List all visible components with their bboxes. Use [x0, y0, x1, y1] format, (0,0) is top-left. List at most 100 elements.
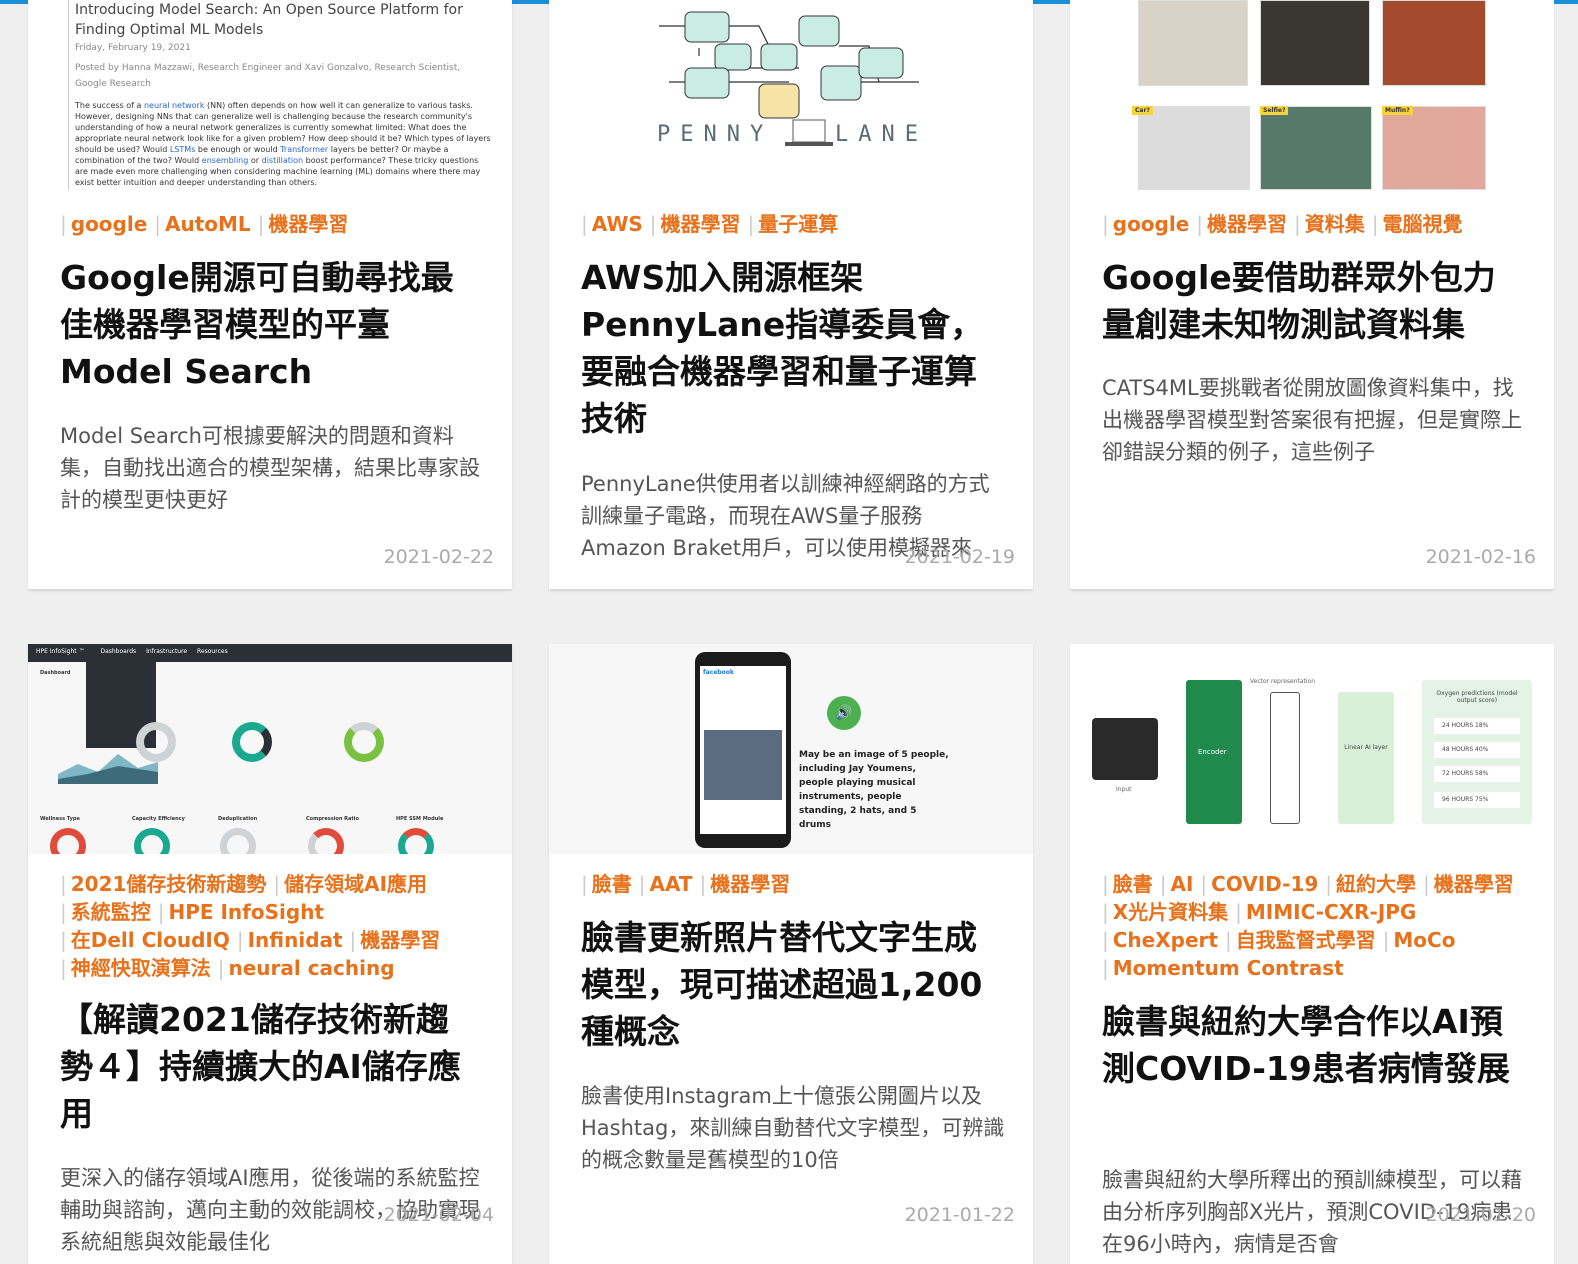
input-label: Input — [1116, 786, 1132, 793]
tag-link[interactable]: | AWS — [581, 212, 643, 236]
article-date: 2021-01-22 — [904, 1204, 1015, 1226]
tag-link[interactable]: | MoCo — [1383, 928, 1456, 952]
donut-chart — [50, 828, 86, 854]
dashboard-topbar: HPE InfoSight ™ Dashboards Infrastructur… — [28, 644, 512, 662]
photo-bagels — [1138, 0, 1248, 86]
tag-link[interactable]: | MIMIC-CXR-JPG — [1235, 900, 1416, 924]
tag-link[interactable]: | HPE InfoSight — [158, 900, 324, 924]
tag-link[interactable]: | 資料集 — [1294, 212, 1365, 236]
article-thumbnail[interactable]: PENNY LANE — [549, 0, 1033, 196]
vector-block — [1270, 692, 1300, 824]
tag-link[interactable]: | 自我監督式學習 — [1225, 928, 1376, 952]
photo-snow — [1138, 106, 1250, 190]
tag-list: | google | AutoML | 機器學習 — [60, 210, 492, 238]
predictions-title: Oxygen predictions (model output score) — [1436, 690, 1518, 704]
tag-list: | 2021儲存技術新趨勢 | 儲存領域AI應用 | 系統監控 | HPE InfoSi… — [60, 870, 492, 982]
panel-title: Capacity Efficiency — [132, 816, 185, 822]
article-thumbnail[interactable]: Car? Selfie? Muffin? — [1070, 0, 1554, 196]
tag-link[interactable]: | X光片資料集 — [1102, 900, 1228, 924]
tag-list: | 臉書 | AAT | 機器學習 — [581, 870, 1013, 898]
tag-link[interactable]: | 臉書 — [1102, 872, 1153, 896]
tag-link[interactable]: | 機器學習 — [1196, 212, 1287, 236]
tag-link[interactable]: | AI — [1160, 872, 1194, 896]
tag-link[interactable]: | 機器學習 — [350, 928, 441, 952]
linear-layer-block — [1338, 692, 1394, 824]
tag-link[interactable]: | 電腦視覺 — [1372, 212, 1463, 236]
phone-mockup: facebook — [695, 652, 791, 848]
article-date: 2021-02-19 — [904, 546, 1015, 568]
prediction-row: 24 HOURS 18% — [1434, 718, 1520, 734]
prediction-row: 96 HOURS 75% — [1434, 792, 1520, 808]
article-thumbnail[interactable]: HPE InfoSight ™ Dashboards Infrastructur… — [28, 644, 512, 854]
encoder-label: Encoder — [1198, 748, 1227, 756]
donut-chart — [136, 722, 176, 762]
article-card-facebook-aat[interactable]: facebook 🔊 May be an image of 5 people, … — [549, 644, 1033, 1264]
thumb-paragraph: The success of a neural network (NN) oft… — [75, 101, 491, 187]
tag-link[interactable]: | 機器學習 — [1423, 872, 1514, 896]
photo-label: Muffin? — [1382, 106, 1413, 115]
tag-link[interactable]: | 紐約大學 — [1325, 872, 1416, 896]
xray-image — [1092, 718, 1158, 780]
photo-label: Selfie? — [1260, 106, 1289, 115]
tag-link[interactable]: | 2021儲存技術新趨勢 — [60, 872, 266, 896]
article-summary: Model Search可根據要解決的問題和資料集，自動找出適合的模型架構，結果… — [60, 424, 480, 512]
linear-label: Linear AI layer — [1344, 744, 1388, 751]
article-card-covid-prediction[interactable]: Input Encoder Vector representation Line… — [1070, 644, 1554, 1264]
article-thumbnail[interactable]: Input Encoder Vector representation Line… — [1070, 644, 1554, 854]
tag-link[interactable]: | 機器學習 — [650, 212, 741, 236]
thumb-byline: Posted by Hanna Mazzawi, Research Engine… — [75, 63, 461, 89]
article-card-pennylane[interactable]: PENNY LANE | AWS | 機器學習 | 量子運算 AWS加入開源框架Pen… — [549, 0, 1033, 589]
tag-link[interactable]: | COVID-19 — [1200, 872, 1318, 896]
circuit-illustration — [659, 11, 919, 146]
article-thumbnail[interactable]: Introducing Model Search: An Open Source… — [28, 0, 512, 196]
article-title[interactable]: Google開源可自動尋找最佳機器學習模型的平臺Model Search — [60, 254, 476, 395]
tag-link[interactable]: | 機器學習 — [699, 872, 790, 896]
tag-link[interactable]: | 量子運算 — [747, 212, 838, 236]
prediction-row: 72 HOURS 58% — [1434, 766, 1520, 782]
article-date: 2021-02-16 — [1425, 546, 1536, 568]
donut-chart — [308, 828, 344, 854]
tag-link[interactable]: | google — [1102, 212, 1189, 236]
donut-chart — [220, 828, 256, 854]
photo-label: Car? — [1132, 106, 1153, 115]
tag-list: | AWS | 機器學習 | 量子運算 — [581, 210, 1013, 238]
article-card-cats4ml[interactable]: Car? Selfie? Muffin? | google | 機器學習 | 資料集 … — [1070, 0, 1554, 589]
article-card-storage-ai[interactable]: HPE InfoSight ™ Dashboards Infrastructur… — [28, 644, 512, 1264]
article-title[interactable]: 臉書更新照片替代文字生成模型，現可描述超過1,200種概念 — [581, 914, 997, 1055]
photo-sunset — [1260, 0, 1370, 86]
article-thumbnail[interactable]: facebook 🔊 May be an image of 5 people, … — [549, 644, 1033, 854]
tag-link[interactable]: | AutoML — [154, 212, 250, 236]
article-date: 2021-01-20 — [1425, 1204, 1536, 1226]
thumb-date: Friday, February 19, 2021 — [75, 43, 191, 53]
tag-link[interactable]: | google — [60, 212, 147, 236]
article-summary: 臉書使用Instagram上十億張公開圖片以及Hashtag，來訓練自動替代文字… — [581, 1084, 1005, 1172]
tag-link[interactable]: | 臉書 — [581, 872, 632, 896]
article-date: 2021-02-22 — [383, 546, 494, 568]
article-title[interactable]: 臉書與紐約大學合作以AI預測COVID-19患者病情發展 — [1102, 998, 1518, 1092]
donut-chart — [398, 828, 434, 854]
tag-link[interactable]: | neural caching — [218, 956, 395, 980]
article-title[interactable]: Google要借助群眾外包力量創建未知物測試資料集 — [1102, 254, 1518, 348]
speaker-icon: 🔊 — [827, 696, 861, 730]
tag-link[interactable]: | 神經快取演算法 — [60, 956, 211, 980]
tag-link[interactable]: | AAT — [639, 872, 693, 896]
prediction-row: 48 HOURS 40% — [1434, 742, 1520, 758]
alt-text-caption: May be an image of 5 people, including J… — [799, 750, 949, 830]
article-card-model-search[interactable]: Introducing Model Search: An Open Source… — [28, 0, 512, 589]
tag-link[interactable]: | Infinidat — [237, 928, 343, 952]
tag-link[interactable]: | CheXpert — [1102, 928, 1218, 952]
tag-link[interactable]: | 機器學習 — [258, 212, 349, 236]
article-title[interactable]: 【解讀2021儲存技術新趨勢４】持續擴大的AI儲存應用 — [60, 996, 476, 1137]
article-title[interactable]: AWS加入開源框架PennyLane指導委員會，要融合機器學習和量子運算技術 — [581, 254, 997, 442]
thumb-heading: Introducing Model Search: An Open Source… — [75, 2, 463, 38]
donut-chart — [134, 828, 170, 854]
tag-link[interactable]: | Momentum Contrast — [1102, 956, 1344, 980]
panel-title: Deduplication — [218, 816, 258, 822]
tag-link[interactable]: | 在Dell CloudIQ — [60, 928, 230, 952]
tag-link[interactable]: | 系統監控 — [60, 900, 151, 924]
tag-link[interactable]: | 儲存領域AI應用 — [273, 872, 427, 896]
donut-chart — [232, 722, 272, 762]
photo-food — [1382, 0, 1486, 86]
photo-muffins — [1382, 106, 1486, 190]
photo-people — [1260, 106, 1372, 190]
